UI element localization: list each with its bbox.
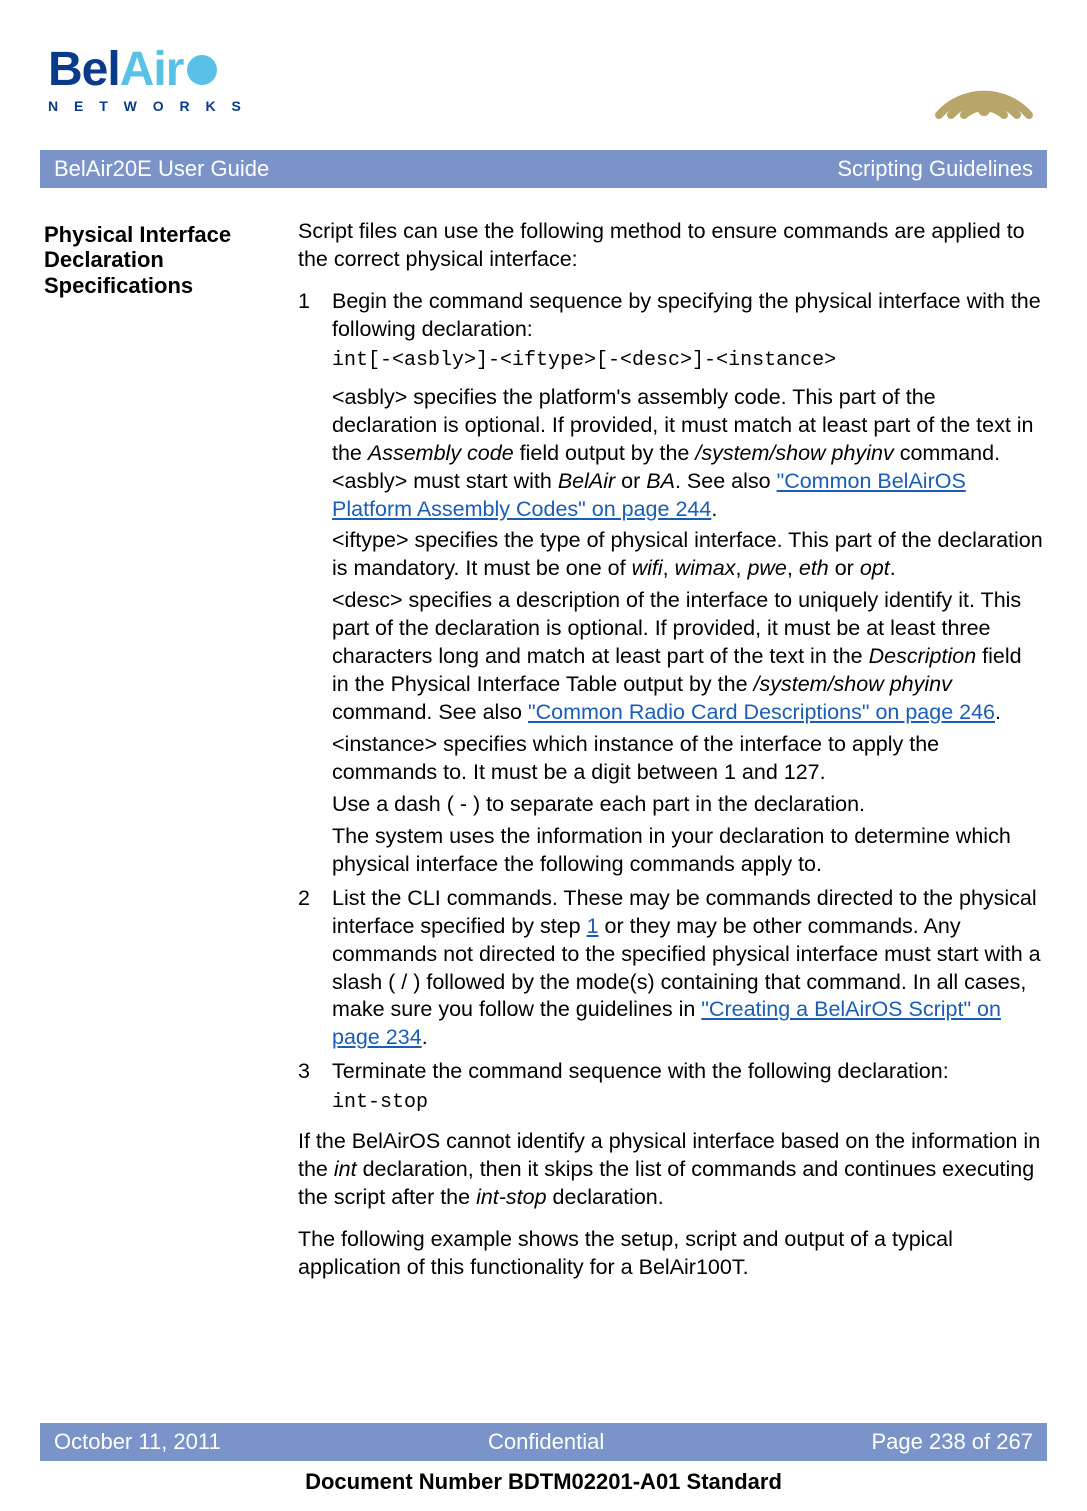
step-2-number: 2 <box>298 885 332 1057</box>
step-2-text: List the CLI commands. These may be comm… <box>332 885 1043 1053</box>
link-step-1[interactable]: 1 <box>587 914 599 938</box>
header-right: Scripting Guidelines <box>837 156 1033 182</box>
main-content: Script files can use the following metho… <box>298 218 1043 1296</box>
footer-confidential: Confidential <box>488 1429 604 1455</box>
dash-para: Use a dash ( - ) to separate each part i… <box>332 791 1043 819</box>
footer-date: October 11, 2011 <box>54 1429 221 1455</box>
after-steps-para: If the BelAirOS cannot identify a physic… <box>298 1128 1043 1212</box>
header-logo-row: BelAir N E T W O R K S <box>44 40 1043 122</box>
step-3-lead: Terminate the command sequence with the … <box>332 1058 1043 1086</box>
radiating-icon <box>929 40 1039 122</box>
section-heading: Physical Interface Declaration Specifica… <box>44 222 274 298</box>
logo-subtitle: N E T W O R K S <box>48 98 247 114</box>
belair-logo: BelAir N E T W O R K S <box>48 48 247 113</box>
link-radio-card-desc[interactable]: "Common Radio Card Descriptions" on page… <box>528 700 995 724</box>
header-bar: BelAir20E User Guide Scripting Guideline… <box>40 150 1047 188</box>
step-1-code: int[-<asbly>]-<iftype>[-<desc>]-<instanc… <box>332 348 1043 374</box>
iftype-para: <iftype> specifies the type of physical … <box>332 527 1043 583</box>
step-3-number: 3 <box>298 1058 332 1120</box>
logo-part2: Air <box>120 48 184 91</box>
desc-para: <desc> specifies a description of the in… <box>332 587 1043 727</box>
example-para: The following example shows the setup, s… <box>298 1226 1043 1282</box>
step-1-lead: Begin the command sequence by specifying… <box>332 288 1043 344</box>
header-left: BelAir20E User Guide <box>54 156 269 182</box>
logo-dot-icon <box>187 55 217 85</box>
asbly-para: <asbly> specifies the platform's assembl… <box>332 384 1043 524</box>
footer-bar: October 11, 2011 Confidential Page 238 o… <box>40 1423 1047 1461</box>
footer-page: Page 238 of 267 <box>872 1429 1033 1455</box>
instance-para: <instance> specifies which instance of t… <box>332 731 1043 787</box>
document-number: Document Number BDTM02201-A01 Standard <box>0 1469 1087 1495</box>
sysuse-para: The system uses the information in your … <box>332 823 1043 879</box>
logo-part1: Bel <box>48 48 120 91</box>
step-3-code: int-stop <box>332 1090 1043 1116</box>
intro-text: Script files can use the following metho… <box>298 218 1043 274</box>
step-1-number: 1 <box>298 288 332 883</box>
